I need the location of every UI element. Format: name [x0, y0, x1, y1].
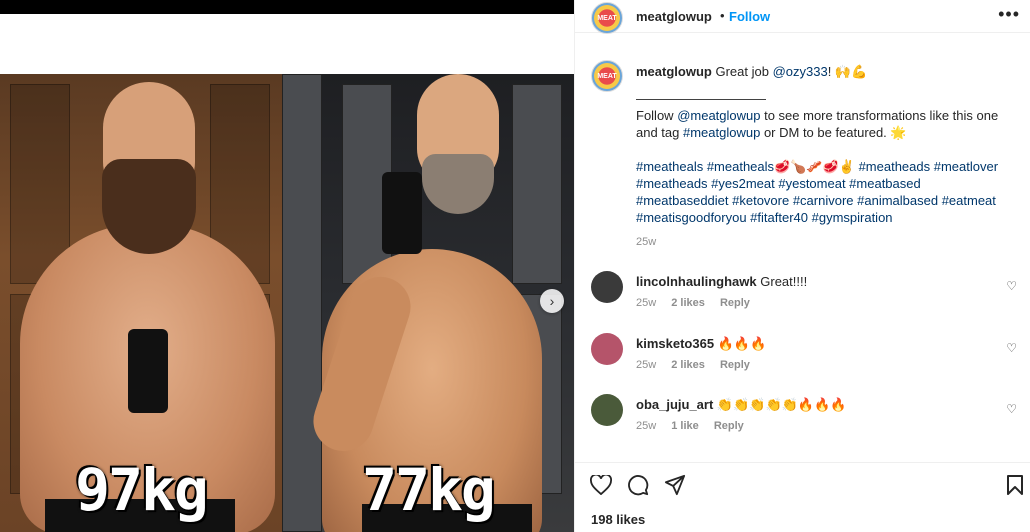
heart-icon[interactable]: ♡ — [1006, 341, 1017, 355]
chevron-right-icon: › — [549, 293, 555, 309]
after-photo: 77kg — [282, 74, 574, 532]
avatar[interactable] — [591, 271, 623, 303]
reply-button[interactable]: Reply — [720, 359, 750, 371]
heart-icon[interactable]: ♡ — [1006, 402, 1017, 416]
avatar[interactable]: MEAT — [591, 60, 623, 92]
like-count[interactable]: 198 likes — [591, 512, 645, 527]
caption-follow-end: or DM to be featured. 🌟 — [760, 125, 907, 140]
top-bar — [0, 0, 574, 14]
send-icon[interactable] — [663, 473, 687, 497]
before-weight-label: 97kg — [75, 456, 209, 524]
hashtag-link[interactable]: #meatglowup — [683, 125, 760, 140]
comment-item: kimsketo365 🔥🔥🔥 25w 2 likes Reply ♡ — [591, 333, 1021, 383]
more-horizontal-icon[interactable]: ••• — [998, 4, 1020, 25]
comment-item: oba_juju_art 👏👏👏👏👏🔥🔥🔥 25w 1 like Reply ♡ — [591, 394, 1021, 444]
caption-follow-prefix: Follow — [636, 108, 678, 123]
transformation-photo: 97kg 77kg — [0, 74, 574, 532]
heart-icon[interactable]: ♡ — [1006, 279, 1017, 293]
next-image-button[interactable]: › — [540, 289, 564, 313]
comment-time[interactable]: 25w — [636, 420, 656, 432]
follow-mention-link[interactable]: @meatglowup — [677, 108, 760, 123]
reply-button[interactable]: Reply — [720, 297, 750, 309]
reply-button[interactable]: Reply — [714, 420, 744, 432]
avatar[interactable]: MEAT — [591, 2, 623, 34]
separator-dot: • — [720, 8, 725, 23]
comment-likes[interactable]: 2 likes — [671, 359, 705, 371]
avatar[interactable] — [591, 333, 623, 365]
avatar[interactable] — [591, 394, 623, 426]
comment-item: lincolnhaulinghawk Great!!!! 25w 2 likes… — [591, 271, 1021, 321]
follow-button[interactable]: Follow — [729, 9, 770, 24]
post-media[interactable]: 97kg 77kg — [0, 14, 574, 532]
caption-divider: —————————— — [636, 91, 766, 106]
hashtag-list[interactable]: #meatheals #meatheals🥩🍗🥓🥩✌️ #meatheads #… — [636, 158, 1016, 226]
caption-username[interactable]: meatglowup — [636, 64, 712, 79]
action-bar — [575, 462, 1030, 506]
caption-intro-end: ! 🙌💪 — [827, 64, 868, 79]
comment-likes[interactable]: 1 like — [671, 420, 699, 432]
comment-text: 🔥🔥🔥 — [717, 336, 767, 351]
comment-icon[interactable] — [626, 473, 650, 497]
comment-username[interactable]: oba_juju_art — [636, 397, 713, 412]
caption-timestamp[interactable]: 25w — [636, 236, 656, 248]
comment-likes[interactable]: 2 likes — [671, 297, 705, 309]
comment-text: Great!!!! — [760, 274, 808, 289]
post-side-panel: MEAT meatglowup • Follow ••• MEAT meatgl… — [574, 0, 1030, 532]
mention-link[interactable]: @ozy333 — [773, 64, 828, 79]
comment-username[interactable]: kimsketo365 — [636, 336, 714, 351]
heart-icon[interactable] — [589, 473, 613, 497]
post-header: MEAT meatglowup • Follow ••• — [575, 0, 1030, 34]
comment-time[interactable]: 25w — [636, 297, 656, 309]
after-weight-label: 77kg — [362, 456, 496, 524]
before-photo: 97kg — [0, 74, 282, 532]
comment-username[interactable]: lincolnhaulinghawk — [636, 274, 757, 289]
comment-text: 👏👏👏👏👏🔥🔥🔥 — [716, 397, 847, 412]
caption-intro: Great job — [715, 64, 773, 79]
bookmark-icon[interactable] — [1003, 473, 1027, 497]
header-username[interactable]: meatglowup — [636, 9, 712, 24]
comment-time[interactable]: 25w — [636, 359, 656, 371]
